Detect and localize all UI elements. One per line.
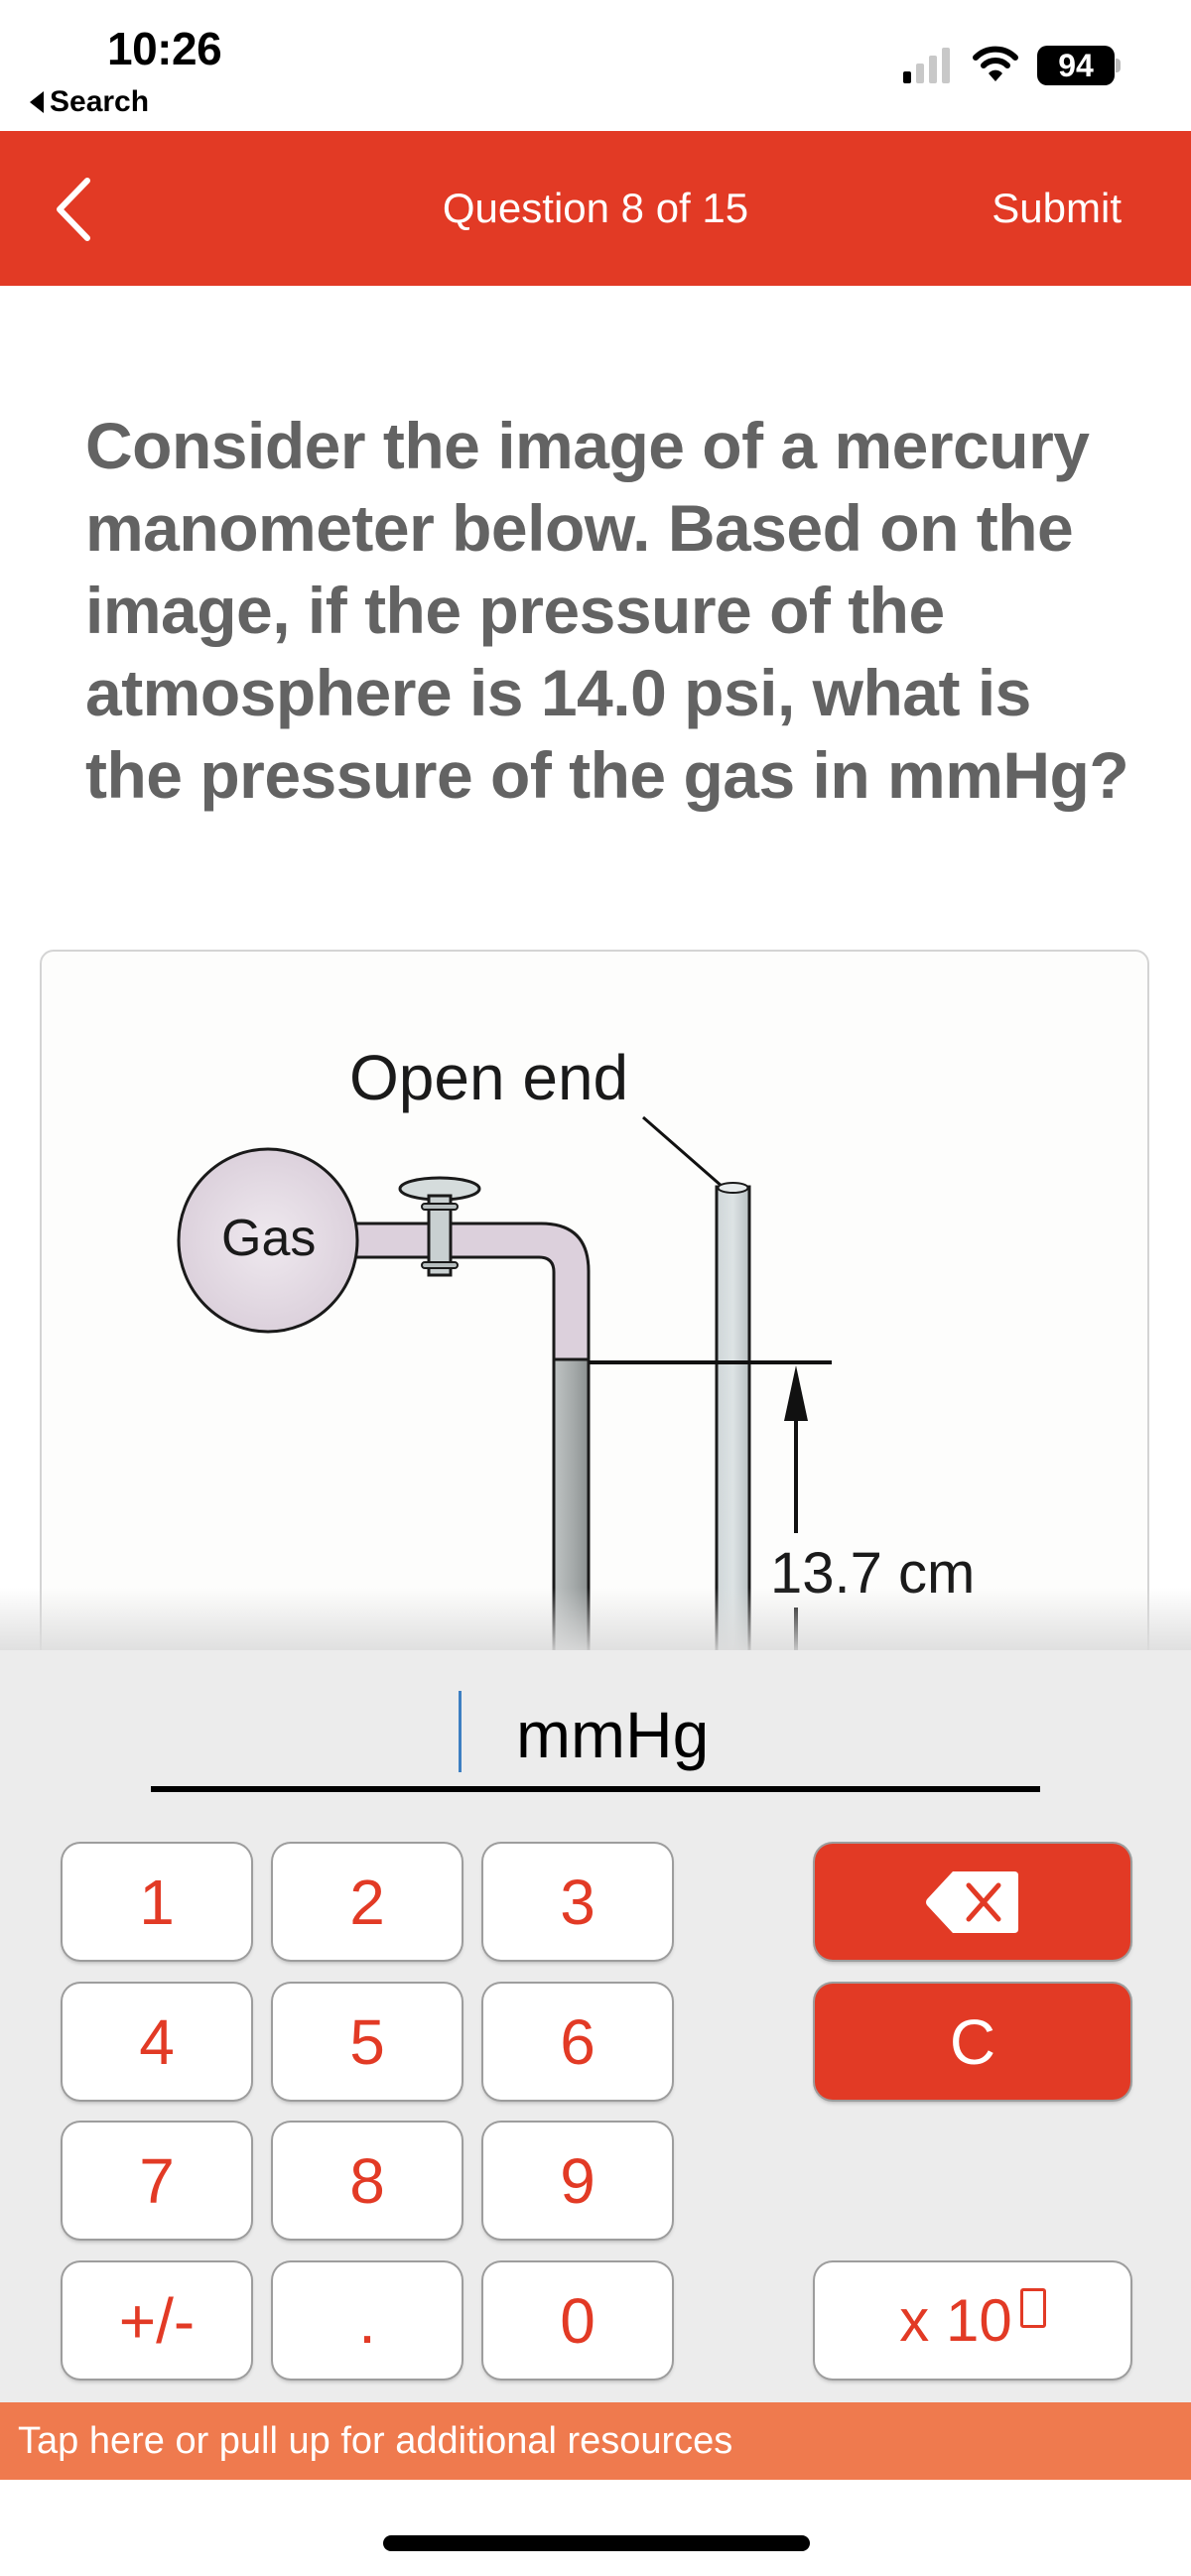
clear-button[interactable]: C	[815, 1984, 1130, 2100]
key-1-label: 1	[139, 1866, 175, 1938]
figure-fade-overlay	[0, 1588, 1191, 1651]
resources-label: Tap here or pull up for additional resou…	[18, 2419, 733, 2462]
key-2-label: 2	[349, 1866, 385, 1938]
key-5[interactable]: 5	[273, 1984, 462, 2100]
gas-tube	[350, 1222, 591, 1361]
backspace-button[interactable]	[815, 1844, 1130, 1960]
answer-unit: mmHg	[516, 1698, 710, 1771]
key-9[interactable]: 9	[483, 2123, 672, 2239]
key-3-label: 3	[560, 1866, 596, 1938]
manometer-diagram: Open end Gas 13.7 cm	[177, 1042, 975, 1650]
home-indicator[interactable]	[383, 2535, 810, 2551]
key-8-label: 8	[349, 2144, 385, 2217]
key-4-label: 4	[139, 2005, 175, 2078]
answer-underline	[151, 1786, 1040, 1792]
key-2[interactable]: 2	[273, 1844, 462, 1960]
times-ten-exponent-button[interactable]: x 10	[815, 2262, 1130, 2379]
backspace-icon	[926, 1870, 1018, 1933]
key-6[interactable]: 6	[483, 1984, 672, 2100]
key-0-label: 0	[560, 2284, 596, 2357]
times-ten-label: x 10	[899, 2287, 1012, 2354]
key-7-label: 7	[139, 2144, 175, 2217]
key-7[interactable]: 7	[63, 2123, 251, 2239]
open-end-label: Open end	[349, 1042, 628, 1113]
key-9-label: 9	[560, 2144, 596, 2217]
open-tube-mouth	[717, 1182, 749, 1194]
key-0[interactable]: 0	[483, 2262, 672, 2379]
key-sign-label: +/-	[118, 2284, 196, 2357]
key-6-label: 6	[560, 2005, 596, 2078]
open-tube	[715, 1185, 751, 1650]
additional-resources-bar[interactable]: Tap here or pull up for additional resou…	[0, 2402, 1191, 2480]
key-decimal-label: .	[358, 2284, 376, 2357]
key-decimal[interactable]: .	[273, 2262, 462, 2379]
key-5-label: 5	[349, 2005, 385, 2078]
key-3[interactable]: 3	[483, 1844, 672, 1960]
key-4[interactable]: 4	[63, 1984, 251, 2100]
open-end-leader	[642, 1115, 724, 1189]
exponent-box-icon	[1019, 2287, 1046, 2328]
key-8[interactable]: 8	[273, 2123, 462, 2239]
height-arrow-head	[784, 1365, 808, 1421]
clear-label: C	[949, 2005, 996, 2078]
key-sign[interactable]: +/-	[63, 2262, 251, 2379]
key-1[interactable]: 1	[63, 1844, 251, 1960]
gas-label: Gas	[221, 1210, 316, 1267]
